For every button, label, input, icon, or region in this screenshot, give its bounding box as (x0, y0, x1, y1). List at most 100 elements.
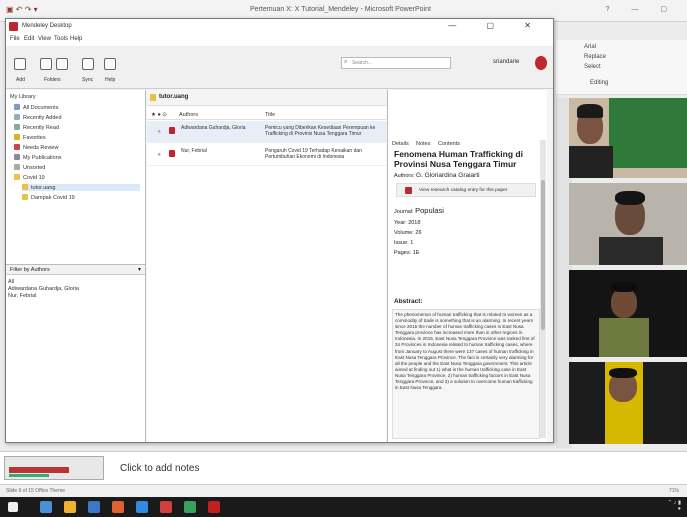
library-item-dampak-covid[interactable]: Dampak Covid 19 (22, 194, 75, 201)
tab-contents[interactable]: Contents (438, 141, 460, 147)
slide-thumbnail[interactable] (4, 456, 104, 480)
library-item-all-documents[interactable]: All Documents (14, 104, 58, 111)
app-icon[interactable] (184, 501, 196, 513)
library-item-covid19[interactable]: Covid 19 (14, 174, 45, 181)
ribbon-font-label[interactable]: Arial (584, 44, 596, 50)
add-label: Add (16, 77, 25, 83)
ribbon-replace[interactable]: Replace (584, 54, 606, 60)
authors-value[interactable]: G. Gloriardina Graiarti (416, 172, 480, 179)
details-scrollbar[interactable] (540, 140, 546, 438)
status-slide-info: Slide 9 of 15 Office Theme (6, 488, 66, 494)
year-field[interactable]: Year: 2018 (394, 220, 420, 226)
filter-item-author[interactable]: Adiwardana Guhardja, Gloria (8, 286, 79, 292)
folder-icon[interactable] (40, 58, 52, 70)
column-authors[interactable]: Authors (179, 112, 198, 118)
search-input[interactable]: Search... (341, 57, 451, 69)
collection-header: tutor.uang (147, 90, 386, 106)
participant-hair (609, 368, 637, 378)
notes-placeholder[interactable]: Click to add notes (120, 463, 200, 474)
powerpoint-icon[interactable] (112, 501, 124, 513)
menu-tools[interactable]: Tools (54, 36, 68, 42)
mendeley-window: Mendeley Desktop — ▢ ✕ File Edit View To… (5, 18, 554, 443)
clock-icon (14, 114, 20, 120)
app-icon-2[interactable] (208, 501, 220, 513)
quick-access-icons[interactable]: ▣ ↶ ↷ ▾ (6, 5, 38, 14)
star-column-icon[interactable]: ★ ● ⊙ (151, 112, 167, 118)
help-icon[interactable] (104, 58, 116, 70)
zoom-icon[interactable] (136, 501, 148, 513)
menu-view[interactable]: View (38, 36, 51, 42)
row-authors: Adiwardana Guhardja, Gloria (181, 125, 246, 131)
collection-title: tutor.uang (159, 94, 189, 100)
notes-pane[interactable]: Click to add notes (0, 451, 687, 484)
row-authors: Nur, Febrial (181, 148, 207, 154)
participant-hair (577, 104, 603, 118)
menu-file[interactable]: File (10, 36, 20, 42)
issue-field[interactable]: Issue: 1 (394, 240, 413, 246)
star-icon (14, 134, 20, 140)
participant-hair (615, 191, 645, 205)
taskview-icon[interactable] (40, 501, 52, 513)
table-row[interactable]: ★ Nur, Febrial Pengaruh Covid 19 Terhada… (147, 144, 386, 166)
filter-dropdown[interactable]: Filter by Authors ▾ (6, 264, 145, 275)
video-participant-1 (569, 98, 687, 178)
status-zoom[interactable]: 71% (669, 488, 679, 494)
document-list-pane: tutor.uang ★ ● ⊙ Authors Title ★ Adiward… (147, 90, 386, 442)
library-pane: My Library All Documents Recently Added … (6, 90, 146, 442)
journal-field[interactable]: Journal: Populasi (394, 206, 444, 215)
mendeley-logo-icon (9, 22, 18, 31)
pages-field[interactable]: Pages: 1E (394, 250, 419, 256)
explorer-icon[interactable] (88, 501, 100, 513)
document-title[interactable]: Fenomena Human Trafficking di Provinsi N… (394, 149, 544, 169)
row-title: Pemicu yang Diberikan Kesediaan Perempua… (265, 125, 376, 137)
folder-icon (14, 174, 20, 180)
filter-label: Filter by Authors (10, 267, 50, 273)
mendeley-title: Mendeley Desktop (22, 23, 72, 29)
add-document-icon[interactable] (14, 58, 26, 70)
library-item-favorites[interactable]: Favorites (14, 134, 46, 141)
mendeley-window-controls[interactable]: — ▢ ✕ (448, 21, 545, 30)
catalog-icon (405, 187, 412, 194)
filter-item-all[interactable]: All (8, 279, 14, 285)
folder-icon (150, 94, 156, 101)
mendeley-title-bar: Mendeley Desktop — ▢ ✕ (6, 19, 553, 34)
library-item-tutor-uang[interactable]: tutor.uang (22, 184, 140, 191)
sync-icon[interactable] (82, 58, 94, 70)
system-tray[interactable]: ⌃ ♪ ▮ ● (668, 500, 681, 512)
library-item-my-publications[interactable]: My Publications (14, 154, 62, 161)
powerpoint-window-buttons[interactable]: ? — ▢ (606, 5, 677, 13)
menu-help[interactable]: Help (70, 36, 82, 42)
table-row[interactable]: ★ Adiwardana Guhardja, Gloria Pemicu yan… (147, 121, 386, 143)
sync-label: Sync (82, 77, 94, 83)
chrome-icon[interactable] (64, 501, 76, 513)
scrollbar-thumb[interactable] (541, 180, 545, 330)
start-icon[interactable] (8, 502, 18, 512)
mendeley-taskbar-icon[interactable] (160, 501, 172, 513)
tab-details[interactable]: Details (392, 141, 409, 147)
participant-hair (611, 282, 637, 292)
library-item-unsorted[interactable]: Unsorted (14, 164, 45, 171)
star-icon[interactable]: ★ (157, 129, 161, 135)
filter-item-author[interactable]: Nur, Febrial (8, 293, 36, 299)
star-icon[interactable]: ★ (157, 152, 161, 158)
participant-shirt (599, 318, 649, 357)
column-title[interactable]: Title (265, 112, 275, 118)
ribbon-select[interactable]: Select (584, 64, 601, 70)
library-item-recently-read[interactable]: Recently Read (14, 124, 59, 131)
folder-remove-icon[interactable] (56, 58, 68, 70)
catalog-link[interactable]: View research catalog entry for this pap… (396, 183, 536, 197)
library-item-recently-added[interactable]: Recently Added (14, 114, 62, 121)
powerpoint-ribbon: Arial Replace Select Editing (556, 40, 687, 95)
library-item-needs-review[interactable]: Needs Review (14, 144, 58, 151)
tab-notes[interactable]: Notes (416, 141, 430, 147)
documents-icon (14, 104, 20, 110)
details-tabs: Details Notes Contents (388, 140, 548, 149)
volume-field[interactable]: Volume: 26 (394, 230, 422, 236)
help-label: Help (105, 77, 116, 83)
review-icon (14, 144, 20, 150)
participant-face (611, 288, 637, 318)
abstract-text[interactable]: The phenomenon of human trafficking that… (392, 309, 540, 439)
user-name[interactable]: sriandarie (493, 59, 519, 65)
user-avatar[interactable] (535, 56, 547, 70)
menu-edit[interactable]: Edit (24, 36, 34, 42)
